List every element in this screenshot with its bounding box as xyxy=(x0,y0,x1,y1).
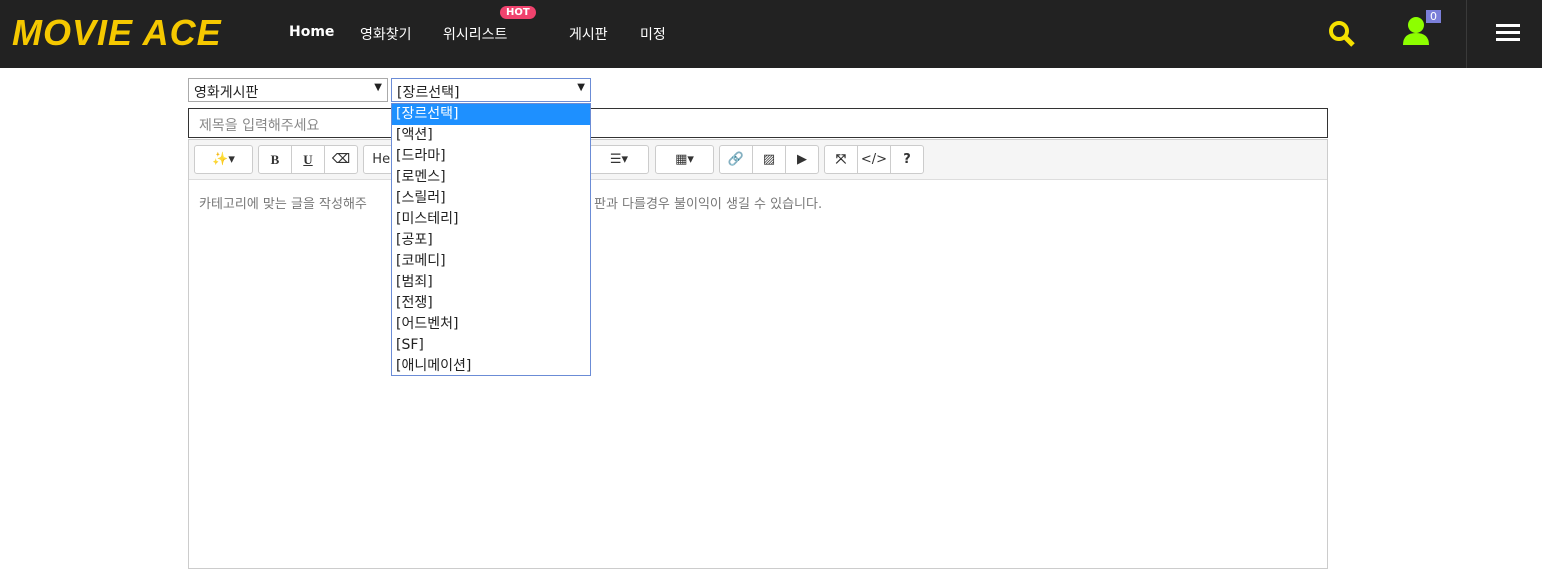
genre-select-value: [장르선택] xyxy=(397,85,460,101)
user-badge: 0 xyxy=(1426,10,1441,23)
eraser-icon[interactable]: ⌫ xyxy=(325,146,357,173)
nav-home[interactable]: Home xyxy=(289,24,334,40)
genre-option[interactable]: [전쟁] xyxy=(392,293,590,314)
genre-option[interactable]: [로멘스] xyxy=(392,167,590,188)
genre-option[interactable]: [SF] xyxy=(392,335,590,356)
genre-select[interactable]: [장르선택] ▼ xyxy=(391,78,591,102)
editor-toolbar: ✨▾ B U ⌫ Hel ☰▾ ▦▾ 🔗 ▨ ▶ ⤧ </> ? xyxy=(189,140,1327,180)
logo[interactable]: MOVIE ACE xyxy=(12,12,222,54)
title-input[interactable]: 제목을 입력해주세요 xyxy=(188,108,1328,138)
genre-option[interactable]: [스릴러] xyxy=(392,188,590,209)
image-icon[interactable]: ▨ xyxy=(753,146,786,173)
board-select-value: 영화게시판 xyxy=(194,85,259,101)
table-icon[interactable]: ▦▾ xyxy=(656,146,713,173)
content-placeholder[interactable]: 카테고리에 맞는 글을 작성해주 xyxy=(199,193,367,212)
align-icon[interactable]: ☰▾ xyxy=(590,146,648,173)
chevron-down-icon: ▼ xyxy=(577,82,585,93)
nav-wishlist[interactable]: 위시리스트 xyxy=(443,24,507,44)
magic-style-icon[interactable]: ✨▾ xyxy=(195,146,252,173)
table-group: ▦▾ xyxy=(655,145,714,174)
view-group: ⤧ </> ? xyxy=(824,145,924,174)
video-icon[interactable]: ▶ xyxy=(786,146,818,173)
bold-button[interactable]: B xyxy=(259,146,292,173)
divider xyxy=(1466,0,1467,68)
board-select[interactable]: 영화게시판 ▼ xyxy=(188,78,388,102)
genre-option[interactable]: [어드벤처] xyxy=(392,314,590,335)
nav-find-movie[interactable]: 영화찾기 xyxy=(360,24,412,44)
genre-option[interactable]: [코메디] xyxy=(392,251,590,272)
genre-option[interactable]: [액션] xyxy=(392,125,590,146)
codeview-button[interactable]: </> xyxy=(858,146,891,173)
genre-option[interactable]: [애니메이션] xyxy=(392,356,590,377)
genre-option[interactable]: [범죄] xyxy=(392,272,590,293)
paragraph-group: ☰▾ xyxy=(589,145,649,174)
genre-option[interactable]: [공포] xyxy=(392,230,590,251)
genre-option[interactable]: [드라마] xyxy=(392,146,590,167)
content-placeholder-end: 판과 다를경우 불이익이 생길 수 있습니다. xyxy=(594,197,823,212)
genre-option[interactable]: [미스테리] xyxy=(392,209,590,230)
underline-button[interactable]: U xyxy=(292,146,325,173)
fullscreen-icon[interactable]: ⤧ xyxy=(825,146,858,173)
search-icon[interactable] xyxy=(1328,20,1356,48)
genre-option[interactable]: [장르선택] xyxy=(392,104,590,125)
chevron-down-icon: ▼ xyxy=(374,82,382,93)
nav-board[interactable]: 게시판 xyxy=(569,24,608,44)
nav-undecided[interactable]: 미정 xyxy=(640,24,666,44)
top-nav: MOVIE ACE Home 영화찾기 위시리스트 HOT 게시판 미정 0 xyxy=(0,0,1542,68)
help-button[interactable]: ? xyxy=(891,146,923,173)
link-icon[interactable]: 🔗 xyxy=(720,146,753,173)
font-style-group: B U ⌫ xyxy=(258,145,358,174)
hot-badge: HOT xyxy=(500,6,536,19)
style-group: ✨▾ xyxy=(194,145,253,174)
hamburger-menu-icon[interactable] xyxy=(1496,24,1520,45)
editor: ✨▾ B U ⌫ Hel ☰▾ ▦▾ 🔗 ▨ ▶ ⤧ </> ? 카테고리에 맞… xyxy=(188,139,1328,569)
genre-dropdown-list: [장르선택] [액션] [드라마] [로멘스] [스릴러] [미스테리] [공포… xyxy=(391,103,591,376)
insert-group: 🔗 ▨ ▶ xyxy=(719,145,819,174)
